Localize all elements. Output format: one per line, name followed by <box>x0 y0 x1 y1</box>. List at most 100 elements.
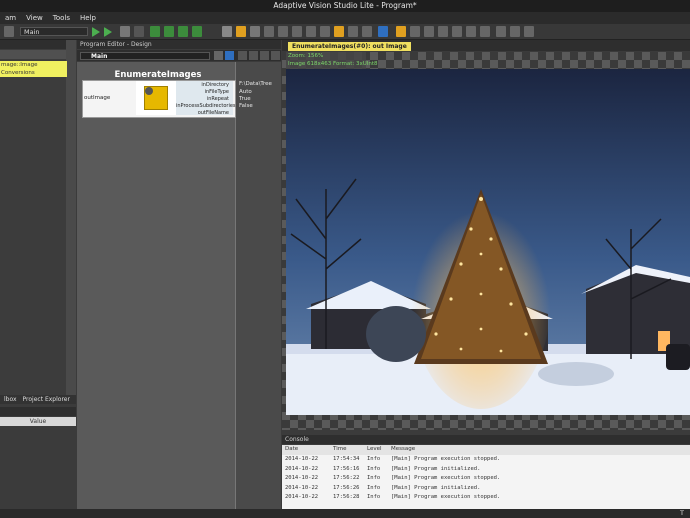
port-in-repeat[interactable]: inRepeat <box>176 96 229 102</box>
program-editor-header: Program Editor - Design <box>77 40 281 49</box>
console-col-date[interactable]: Date <box>282 445 330 455</box>
menu-item-tools[interactable]: Tools <box>48 12 75 24</box>
left-bottom-tabs: lbox Project Explorer <box>0 395 76 404</box>
console-row: 2014-10-22 17:56:28 Info [Main] Program … <box>282 493 690 503</box>
port-out-file-name[interactable]: outFileName <box>176 110 229 116</box>
console-time: 17:56:16 <box>333 465 360 472</box>
layout-6-icon[interactable] <box>334 26 344 37</box>
stop-icon[interactable] <box>134 26 144 37</box>
zoom-original-icon[interactable] <box>510 26 520 37</box>
console-col-time[interactable]: Time <box>330 445 364 455</box>
chart-icon[interactable] <box>250 26 260 37</box>
menu-item-program[interactable]: am <box>0 12 21 24</box>
step-into-icon[interactable] <box>150 26 160 37</box>
left-panel-header <box>0 40 76 49</box>
home-icon[interactable] <box>271 51 280 60</box>
up-arrow-icon[interactable] <box>260 51 269 60</box>
console-message: [Main] Program execution stopped. <box>391 475 501 481</box>
console-date: 2014-10-22 <box>285 484 319 491</box>
console-message: [Main] Program initialized. <box>391 484 481 491</box>
help-icon[interactable] <box>378 26 388 37</box>
console-header: Console <box>282 435 690 444</box>
layout-8-icon[interactable] <box>362 26 372 37</box>
tab-toolbox[interactable]: lbox <box>0 395 21 404</box>
step-over-icon[interactable] <box>164 26 174 37</box>
iterate-icon[interactable] <box>104 27 112 37</box>
canvas-divider <box>235 62 236 509</box>
value-in-repeat: True <box>239 96 251 102</box>
console-row: 2014-10-22 17:56:26 Info [Main] Program … <box>282 484 690 494</box>
run-icon[interactable] <box>92 27 100 37</box>
toolbox-highlight-item[interactable]: mage::Image Conversions <box>0 61 67 77</box>
image-view-icon[interactable] <box>236 26 246 37</box>
node-title: EnumerateImages <box>114 70 202 80</box>
node-output-port[interactable]: outImage <box>84 95 110 101</box>
layout-1-icon[interactable] <box>264 26 274 37</box>
image-format-readout: Image 618x463 Format: 3xUInt8 <box>288 61 378 67</box>
port-in-file-type[interactable]: inFileType <box>176 89 229 95</box>
left-panel-search[interactable] <box>0 50 66 59</box>
console-row: 2014-10-22 17:56:16 Info [Main] Program … <box>282 465 690 475</box>
zoom-readout: Zoom: 156% <box>288 53 324 59</box>
properties-header <box>0 407 76 416</box>
console-date: 2014-10-22 <box>285 465 319 472</box>
console-level: Info <box>367 456 381 462</box>
forward-arrow-icon[interactable] <box>249 51 258 60</box>
left-panel <box>0 40 76 395</box>
hand-icon[interactable] <box>396 26 406 37</box>
program-combo[interactable]: Main <box>20 27 88 36</box>
rect-tool-icon[interactable] <box>438 26 448 37</box>
toolbar-icon[interactable] <box>4 26 14 37</box>
angle-tool-icon[interactable] <box>452 26 462 37</box>
console-message: [Main] Program execution stopped. <box>391 456 501 462</box>
pipette-icon[interactable] <box>424 26 434 37</box>
tab-project-explorer[interactable]: Project Explorer <box>21 395 72 404</box>
console-level: Info <box>367 465 381 472</box>
layout-5-icon[interactable] <box>320 26 330 37</box>
point-tool-icon[interactable] <box>466 26 476 37</box>
value-in-directory: F:\Data\Tree <box>239 81 272 87</box>
properties-value-column: Value <box>0 417 76 426</box>
console-time: 17:56:28 <box>333 494 360 500</box>
properties-body <box>0 426 76 509</box>
displayed-image <box>286 69 690 415</box>
fullscreen-icon[interactable] <box>524 26 534 37</box>
console-rows: 2014-10-22 17:54:34 Info [Main] Program … <box>282 455 690 503</box>
console-message: [Main] Program execution stopped. <box>391 494 501 500</box>
wrench-icon[interactable] <box>222 26 232 37</box>
gear-icon <box>145 87 153 95</box>
status-bar <box>0 509 690 518</box>
layout-7-icon[interactable] <box>348 26 358 37</box>
status-bar-right: T <box>680 509 684 517</box>
port-in-directory[interactable]: inDirectory <box>176 82 229 88</box>
console-level: Info <box>367 475 381 481</box>
program-breadcrumb[interactable]: Main <box>80 52 210 60</box>
left-panel-scrollbar[interactable] <box>66 40 76 395</box>
back-arrow-icon[interactable] <box>238 51 247 60</box>
port-in-process-subdirectories[interactable]: inProcessSubdirectories <box>176 103 236 109</box>
menu-bar: am View Tools Help <box>0 12 690 24</box>
image-view-tab[interactable]: EnumerateImages(#0): out Image <box>288 42 411 51</box>
console-header-row: Date Time Level Message <box>282 445 690 455</box>
layout-4-icon[interactable] <box>306 26 316 37</box>
zoom-fit-icon[interactable] <box>496 26 506 37</box>
pause-icon[interactable] <box>120 26 130 37</box>
search-icon[interactable] <box>225 51 234 60</box>
console-level: Info <box>367 494 381 500</box>
console-col-message[interactable]: Message <box>388 445 690 455</box>
console-date: 2014-10-22 <box>285 494 319 500</box>
layout-2-icon[interactable] <box>278 26 288 37</box>
edit-icon[interactable] <box>214 51 223 60</box>
console-level: Info <box>367 484 381 491</box>
menu-item-view[interactable]: View <box>21 12 48 24</box>
menu-item-help[interactable]: Help <box>75 12 101 24</box>
line-tool-icon[interactable] <box>480 26 490 37</box>
step-out-icon[interactable] <box>178 26 188 37</box>
layout-3-icon[interactable] <box>292 26 302 37</box>
zoom-icon[interactable] <box>410 26 420 37</box>
console-col-level[interactable]: Level <box>364 445 388 455</box>
value-in-file-type: Auto <box>239 89 252 95</box>
console-time: 17:56:26 <box>333 484 360 491</box>
console-time: 17:56:22 <box>333 475 360 481</box>
step-back-icon[interactable] <box>192 26 202 37</box>
